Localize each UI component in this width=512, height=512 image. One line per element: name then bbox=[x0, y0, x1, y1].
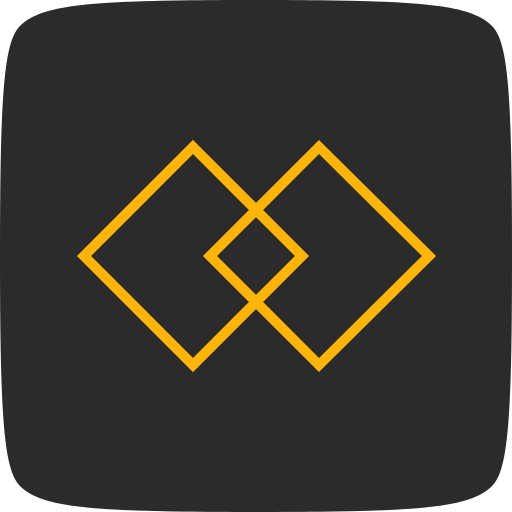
icon-canvas bbox=[0, 0, 512, 512]
app-icon[interactable] bbox=[0, 0, 512, 512]
